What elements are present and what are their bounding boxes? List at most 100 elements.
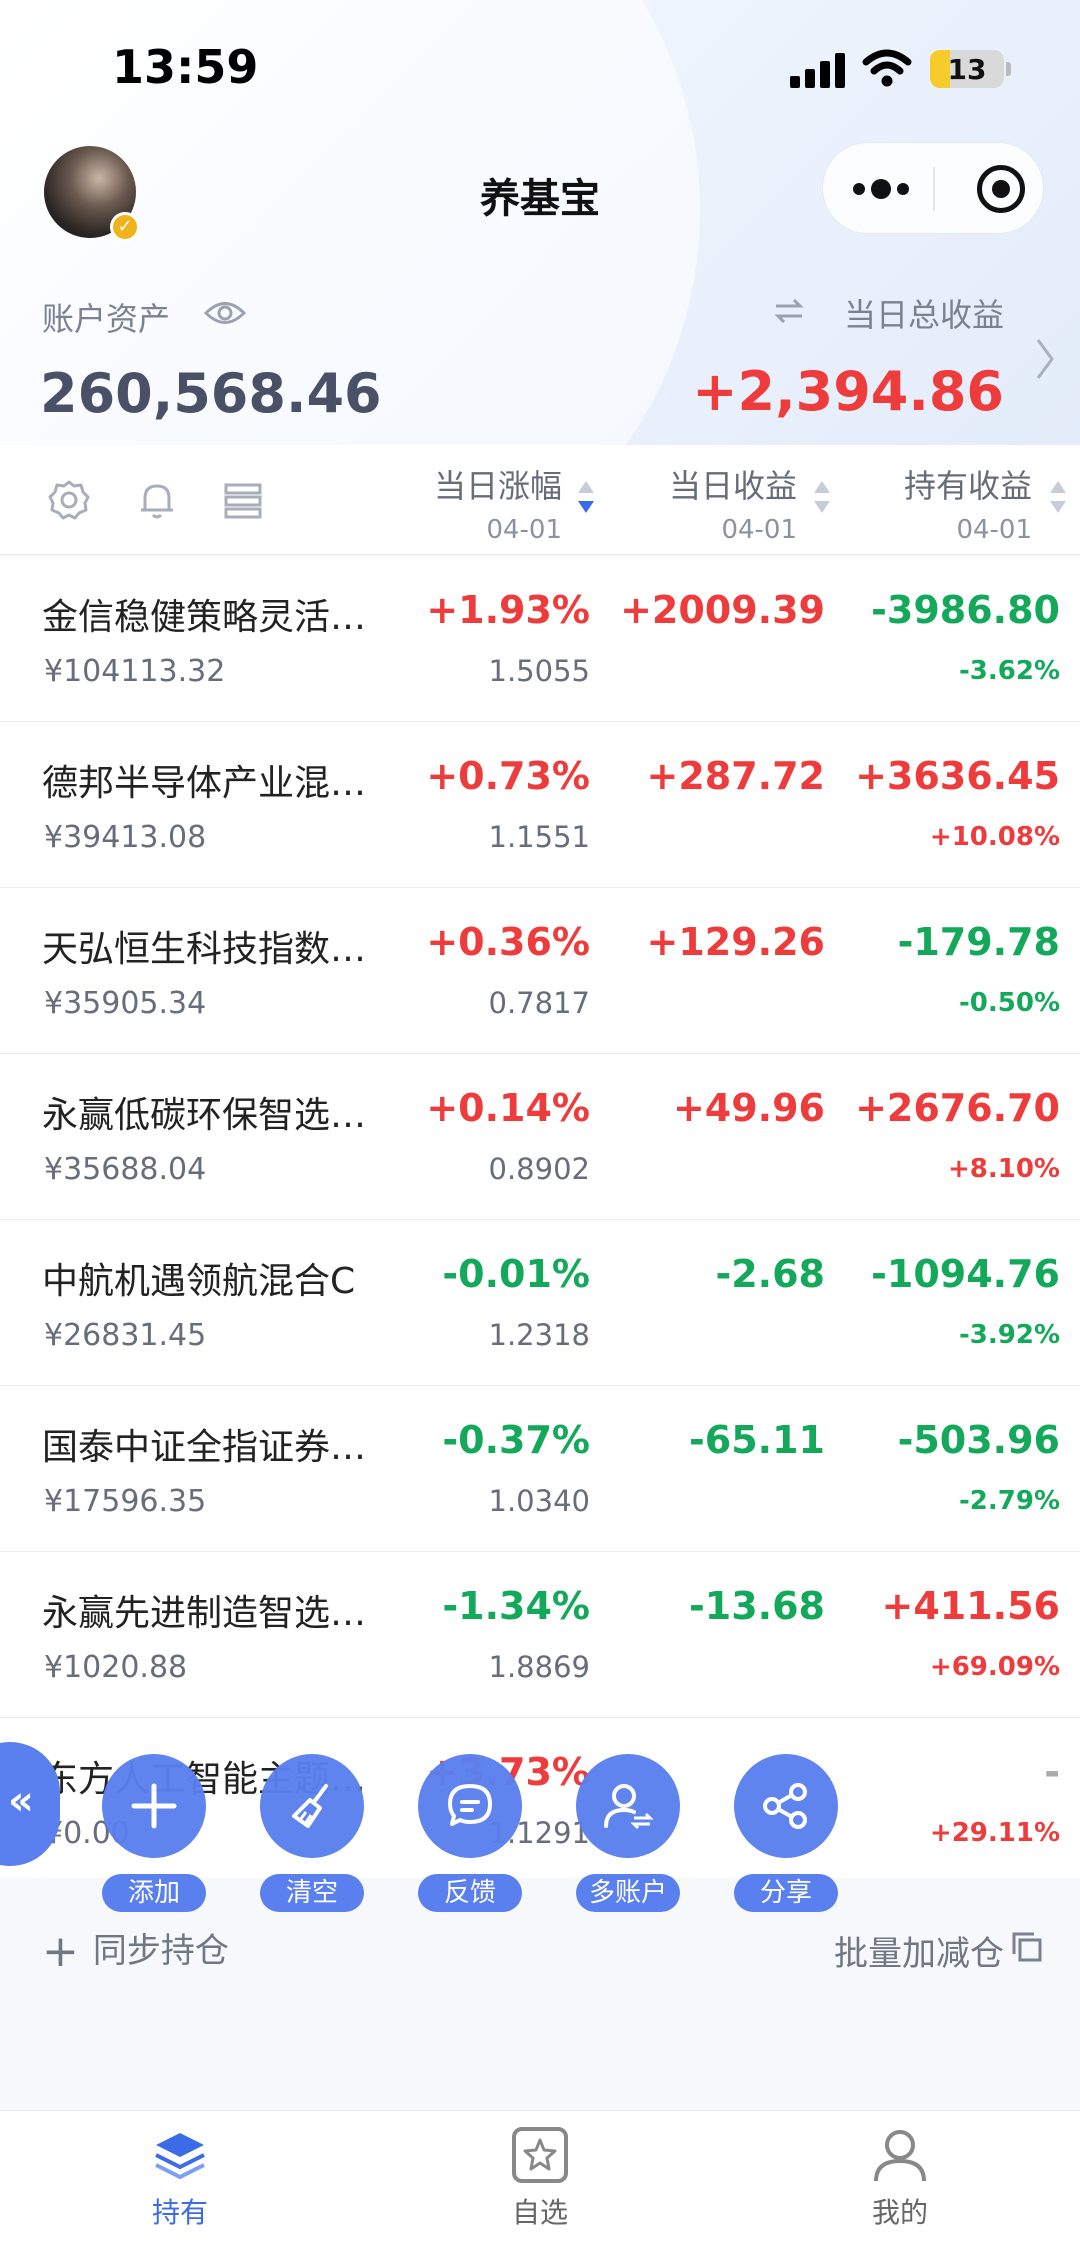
fund-row[interactable]: 永赢先进制造智选… ¥1020.88 -1.34% 1.8869 -13.68 … (0, 1552, 1080, 1718)
fund-row[interactable]: 金信稳健策略灵活… ¥104113.32 +1.93% 1.5055 +2009… (0, 556, 1080, 722)
tab-holdings[interactable]: 持有 (100, 2125, 260, 2231)
bell-icon[interactable] (136, 479, 178, 521)
fund-name: 金信稳健策略灵活… (42, 597, 367, 638)
fund-day-profit: +287.72 (646, 754, 825, 798)
asset-label: 账户资产 (42, 300, 171, 338)
feedback-button[interactable] (418, 1754, 522, 1858)
fund-nav: 1.5055 (488, 654, 590, 688)
tab-watchlist[interactable]: 自选 (460, 2125, 620, 2231)
clear-button[interactable] (260, 1754, 364, 1858)
fund-hold-profit: -3986.80 (871, 588, 1060, 632)
column-header: 当日涨幅 04-01 当日收益 04-01 持有收益 04-01 (0, 445, 1080, 555)
fund-row[interactable]: 中航机遇领航混合C ¥26831.45 -0.01% 1.2318 -2.68 … (0, 1220, 1080, 1386)
plus-icon (131, 1783, 177, 1829)
tab-bar: 持有 自选 我的 (0, 2110, 1080, 2268)
eye-icon[interactable] (204, 298, 246, 328)
fund-change: -0.37% (442, 1418, 590, 1462)
fund-day-profit: +2009.39 (620, 588, 825, 632)
close-miniprogram-icon[interactable] (977, 165, 1025, 213)
fund-nav: 1.8869 (488, 1650, 590, 1684)
fund-nav: 1.0340 (488, 1484, 590, 1518)
swap-icon[interactable] (772, 296, 806, 326)
fund-change: +0.73% (426, 754, 590, 798)
fund-row[interactable]: 德邦半导体产业混… ¥39413.08 +0.73% 1.1551 +287.7… (0, 722, 1080, 888)
fund-day-profit: -65.11 (689, 1418, 825, 1462)
batch-adjust-button[interactable]: 批量加减仓 (834, 1926, 1004, 1975)
fund-nav: 1.2318 (488, 1318, 590, 1352)
feedback-label[interactable]: 反馈 (418, 1874, 522, 1912)
fund-hold-profit: -1094.76 (871, 1252, 1060, 1296)
share-button[interactable] (734, 1754, 838, 1858)
daily-profit-value: +2,394.86 (692, 360, 1004, 423)
plus-icon: + (42, 1926, 79, 1977)
fund-hold-pct: -3.92% (959, 1320, 1060, 1350)
add-button[interactable] (102, 1754, 206, 1858)
fund-amount: ¥104113.32 (44, 654, 226, 689)
fund-hold-pct: +69.09% (929, 1652, 1060, 1682)
fund-name: 国泰中证全指证券… (42, 1427, 367, 1468)
fund-amount: ¥26831.45 (44, 1318, 207, 1353)
fund-day-profit: -2.68 (715, 1252, 825, 1296)
tab-mine[interactable]: 我的 (820, 2125, 980, 2231)
fund-row[interactable]: 国泰中证全指证券… ¥17596.35 -0.37% 1.0340 -65.11… (0, 1386, 1080, 1552)
fund-row[interactable]: 永赢低碳环保智选… ¥35688.04 +0.14% 0.8902 +49.96… (0, 1054, 1080, 1220)
asset-value: 260,568.46 (40, 362, 382, 425)
fund-hold-profit: +2676.70 (855, 1086, 1060, 1130)
fund-hold-profit: - (1044, 1750, 1060, 1794)
list-icon[interactable] (222, 479, 264, 521)
signal-icon (790, 52, 846, 88)
sync-holdings-button[interactable]: + 同步持仓 (42, 1922, 229, 1977)
user-switch-icon (604, 1784, 654, 1830)
share-label[interactable]: 分享 (734, 1874, 838, 1912)
fund-name: 中航机遇领航混合C (42, 1261, 356, 1302)
fund-nav: 0.7817 (488, 986, 590, 1020)
chat-icon (448, 1784, 492, 1826)
fund-change: -0.01% (442, 1252, 590, 1296)
miniprogram-capsule (822, 142, 1044, 234)
more-icon[interactable] (853, 179, 909, 199)
sort-icon[interactable] (814, 481, 830, 521)
fund-name: 天弘恒生科技指数… (42, 929, 367, 970)
sort-icon[interactable] (1050, 481, 1066, 521)
fund-name: 永赢低碳环保智选… (42, 1095, 367, 1136)
multi-account-button[interactable] (576, 1754, 680, 1858)
share-icon (763, 1783, 807, 1829)
copy-icon[interactable] (1010, 1930, 1044, 1964)
column-daily-change[interactable]: 当日涨幅 04-01 (434, 461, 562, 545)
fund-change: +0.36% (426, 920, 590, 964)
fund-hold-profit: -503.96 (897, 1418, 1060, 1462)
fund-hold-pct: +10.08% (929, 822, 1060, 852)
fund-hold-pct: -2.79% (959, 1486, 1060, 1516)
fund-day-profit: -13.68 (689, 1584, 825, 1628)
fund-hold-pct: -0.50% (959, 988, 1060, 1018)
column-daily-profit[interactable]: 当日收益 04-01 (669, 461, 797, 545)
sort-icon[interactable] (578, 481, 594, 521)
multi-account-label[interactable]: 多账户 (576, 1874, 680, 1912)
star-icon (512, 2127, 568, 2183)
fund-name: 德邦半导体产业混… (42, 763, 367, 804)
add-label[interactable]: 添加 (102, 1874, 206, 1912)
daily-profit-label: 当日总收益 (843, 296, 1004, 334)
fund-nav: 1.1551 (488, 820, 590, 854)
fund-hold-pct: +8.10% (948, 1154, 1060, 1184)
clear-label[interactable]: 清空 (260, 1874, 364, 1912)
fund-row[interactable]: 天弘恒生科技指数… ¥35905.34 +0.36% 0.7817 +129.2… (0, 888, 1080, 1054)
fund-hold-profit: +411.56 (881, 1584, 1060, 1628)
wifi-icon (862, 49, 912, 87)
column-hold-profit[interactable]: 持有收益 04-01 (904, 461, 1032, 545)
settings-icon[interactable] (48, 479, 90, 521)
fund-nav: 0.8902 (488, 1152, 590, 1186)
broom-icon (292, 1784, 328, 1828)
fund-hold-profit: -179.78 (897, 920, 1060, 964)
battery-icon: 13 (930, 50, 1004, 88)
layers-icon (155, 2133, 205, 2180)
fund-day-profit: +49.96 (672, 1086, 825, 1130)
fund-day-profit: +129.26 (646, 920, 825, 964)
chevron-right-icon[interactable] (1034, 336, 1056, 382)
fund-amount: ¥35905.34 (44, 986, 207, 1021)
fund-hold-pct: -3.62% (959, 656, 1060, 686)
fund-amount: ¥17596.35 (44, 1484, 207, 1519)
fund-amount: ¥39413.08 (44, 820, 207, 855)
status-time: 13:59 (112, 40, 259, 94)
fund-hold-profit: +3636.45 (855, 754, 1060, 798)
